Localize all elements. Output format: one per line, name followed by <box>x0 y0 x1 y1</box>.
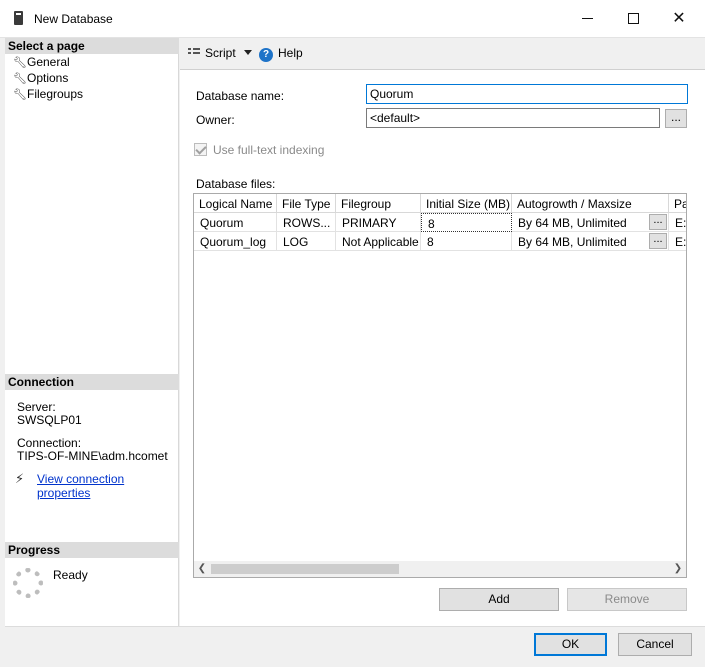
scrollbar-thumb[interactable] <box>211 564 399 574</box>
table-cell[interactable]: Quorum_log <box>194 232 277 251</box>
database-app-icon <box>14 11 23 25</box>
progress-header: Progress <box>5 542 179 558</box>
minimize-icon <box>581 18 593 20</box>
page-item-filegroups[interactable]: 🔧︎Filegroups <box>13 86 83 102</box>
connection-value: TIPS-OF-MINE\adm.hcomet <box>17 449 168 463</box>
script-icon <box>188 46 200 58</box>
horizontal-scrollbar[interactable]: ❮ ❯ <box>194 561 686 577</box>
table-cell[interactable]: 8 <box>421 232 512 251</box>
database-files-label: Database files: <box>196 177 276 191</box>
table-cell[interactable]: PRIMARY <box>336 213 421 232</box>
column-header[interactable]: Logical Name <box>194 194 277 213</box>
connection-label: Connection: <box>17 436 82 450</box>
fulltext-checkbox[interactable] <box>194 143 207 156</box>
table-cell[interactable]: Not Applicable <box>336 232 421 251</box>
maximize-icon <box>627 13 639 25</box>
column-header[interactable]: File Type <box>277 194 336 213</box>
remove-button[interactable]: Remove <box>567 588 687 611</box>
scroll-left-icon[interactable]: ❮ <box>194 561 210 577</box>
close-button[interactable]: ✕ <box>656 0 702 38</box>
cancel-button[interactable]: Cancel <box>618 633 692 656</box>
column-header[interactable]: Pa <box>669 194 686 213</box>
connection-header: Connection <box>5 374 179 390</box>
help-label: Help <box>278 46 303 60</box>
server-label: Server: <box>17 400 56 414</box>
left-panel: Select a page 🔧︎General 🔧︎Options 🔧︎File… <box>5 38 179 626</box>
table-cell[interactable]: By 64 MB, Unlimited <box>512 232 669 251</box>
window-title: New Database <box>34 12 113 26</box>
table-cell[interactable]: ROWS... <box>277 213 336 232</box>
progress-spinner-icon <box>13 568 43 598</box>
footer-divider <box>5 626 705 627</box>
ok-button[interactable]: OK <box>534 633 607 656</box>
script-button[interactable]: Script <box>188 46 252 60</box>
page-item-label: General <box>27 55 70 69</box>
chevron-down-icon[interactable] <box>243 50 252 55</box>
close-icon: ✕ <box>672 10 686 27</box>
table-cell[interactable]: E:\ <box>669 232 686 251</box>
server-value: SWSQLP01 <box>17 413 82 427</box>
add-button[interactable]: Add <box>439 588 559 611</box>
table-cell[interactable]: By 64 MB, Unlimited <box>512 213 669 232</box>
help-icon: ? <box>259 48 273 62</box>
wrench-icon: 🔧︎ <box>13 57 27 69</box>
fulltext-label: Use full-text indexing <box>213 143 325 157</box>
owner-label: Owner: <box>196 113 235 127</box>
wrench-icon: 🔧︎ <box>13 89 27 101</box>
page-item-options[interactable]: 🔧︎Options <box>13 70 68 86</box>
table-cell[interactable]: LOG <box>277 232 336 251</box>
autogrowth-edit-button[interactable]: ... <box>649 214 667 230</box>
page-item-label: Options <box>27 71 69 85</box>
general-page: Database name: Quorum Owner: <default> .… <box>180 70 705 626</box>
database-files-grid[interactable]: Logical Name File Type Filegroup Initial… <box>193 193 687 578</box>
column-header[interactable]: Initial Size (MB) <box>421 194 512 213</box>
owner-browse-button[interactable]: ... <box>665 109 687 128</box>
toolbar: Script ? Help <box>180 38 705 68</box>
title-bar: New Database ✕ <box>0 0 705 38</box>
table-cell[interactable]: Quorum <box>194 213 277 232</box>
owner-input[interactable]: <default> <box>366 108 660 128</box>
wrench-icon: 🔧︎ <box>13 73 27 85</box>
autogrowth-edit-button[interactable]: ... <box>649 233 667 249</box>
plug-icon: ⚡︎ <box>15 471 25 486</box>
page-item-general[interactable]: 🔧︎General <box>13 54 70 70</box>
script-label: Script <box>205 46 236 60</box>
table-cell[interactable]: E:\ <box>669 213 686 232</box>
database-name-input[interactable]: Quorum <box>366 84 688 104</box>
select-page-header: Select a page <box>5 38 179 54</box>
minimize-button[interactable] <box>564 0 610 38</box>
column-header[interactable]: Filegroup <box>336 194 421 213</box>
view-connection-properties-link[interactable]: View connection properties <box>37 472 178 500</box>
page-item-label: Filegroups <box>27 87 84 101</box>
initial-size-input[interactable]: 8 <box>421 213 512 232</box>
scroll-right-icon[interactable]: ❯ <box>670 561 686 577</box>
maximize-button[interactable] <box>610 0 656 38</box>
column-header[interactable]: Autogrowth / Maxsize <box>512 194 669 213</box>
database-name-label: Database name: <box>196 89 285 103</box>
help-button[interactable]: ? Help <box>259 46 303 62</box>
progress-status: Ready <box>53 568 88 582</box>
